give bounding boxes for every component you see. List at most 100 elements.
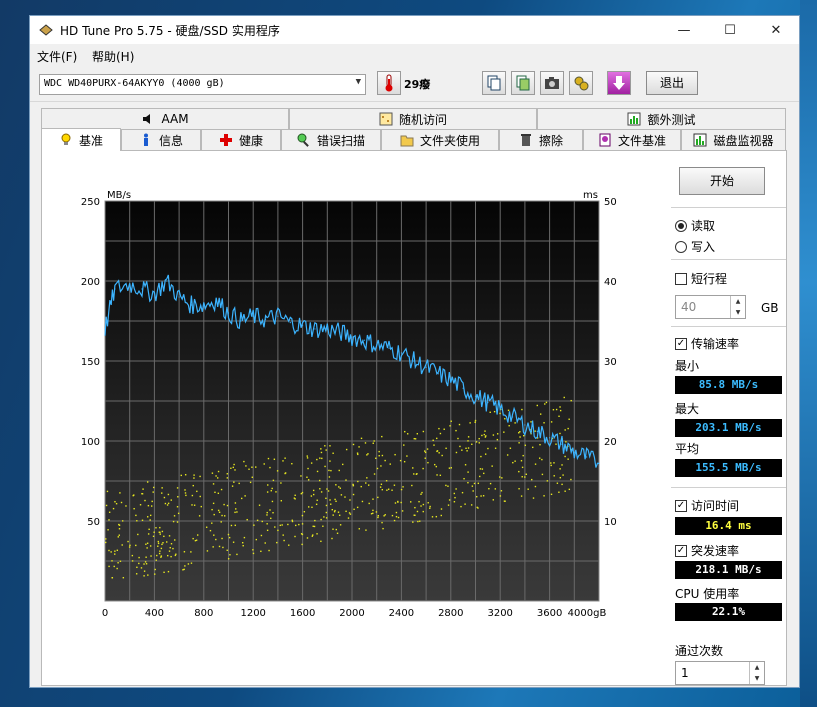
download-button[interactable] (607, 71, 631, 95)
copy-screen-button[interactable] (511, 71, 535, 95)
menu-file[interactable]: 文件(F) (37, 48, 77, 65)
read-radio[interactable]: 读取 (675, 217, 715, 234)
access-time-point (507, 409, 510, 412)
spinner-arrows[interactable]: ▲ ▼ (749, 662, 764, 684)
access-time-point (228, 536, 231, 539)
access-time-point (143, 570, 146, 572)
access-time-point (323, 516, 325, 518)
read-label: 读取 (691, 219, 716, 233)
transfer-rate-checkbox[interactable]: ✓ 传输速率 (675, 335, 739, 352)
access-time-point (217, 492, 220, 495)
access-time-point (337, 511, 340, 513)
access-time-point (332, 528, 334, 530)
access-time-point (246, 518, 248, 521)
tab-aam[interactable]: AAM (41, 108, 289, 129)
access-time-point (438, 427, 440, 430)
access-time-point (218, 511, 221, 513)
passes-input[interactable]: 1 ▲ ▼ (675, 661, 765, 685)
tab-info[interactable]: 信息 (121, 129, 201, 150)
access-time-point (365, 482, 367, 484)
access-time-point (559, 432, 561, 435)
access-time-point (161, 543, 163, 546)
exit-button[interactable]: 退出 (646, 71, 698, 95)
access-time-point (395, 515, 398, 518)
access-time-point (216, 477, 219, 479)
access-time-point (391, 514, 394, 517)
short-stroke-checkbox[interactable]: 短行程 (675, 270, 727, 287)
maximize-button[interactable]: ☐ (707, 16, 753, 44)
write-radio[interactable]: 写入 (675, 238, 715, 255)
access-time-point (541, 473, 544, 476)
spinner-arrows[interactable]: ▲ ▼ (730, 296, 745, 318)
access-time-point (450, 420, 452, 422)
access-time-point (393, 484, 396, 486)
screenshot-button[interactable] (540, 71, 564, 95)
tab-health[interactable]: 健康 (201, 129, 281, 150)
access-time-point (191, 494, 194, 497)
access-time-point (332, 452, 334, 454)
tab-error-scan[interactable]: 错误扫描 (281, 129, 381, 150)
access-time-point (144, 561, 147, 563)
access-time-point (482, 495, 485, 497)
close-button[interactable]: ✕ (753, 16, 799, 44)
access-time-point (230, 467, 232, 469)
tab-label: 文件基准 (617, 133, 666, 148)
minimize-button[interactable]: — (661, 16, 707, 44)
access-time-point (268, 549, 270, 552)
tab-folder-usage[interactable]: 文件夹使用 (381, 129, 499, 150)
access-time-point (378, 450, 380, 453)
access-time-point (539, 413, 542, 415)
access-time-point (287, 523, 289, 526)
access-time-point (377, 516, 379, 519)
tab-random-access[interactable]: 随机访问 (289, 108, 537, 129)
access-time-point (121, 544, 123, 546)
access-time-point (147, 574, 149, 576)
access-time-point (387, 488, 390, 490)
access-time-point (147, 533, 150, 535)
access-time-point (413, 437, 415, 440)
transfer-rate-point (129, 283, 131, 285)
access-time-checkbox[interactable]: ✓ 访问时间 (675, 497, 739, 514)
access-time-point (260, 550, 262, 553)
app-icon (39, 24, 53, 36)
access-time-point (301, 543, 303, 546)
access-time-point (223, 515, 226, 517)
transfer-rate-point (339, 331, 341, 333)
access-time-point (448, 467, 451, 469)
tab-disk-monitor[interactable]: 磁盘监视器 (681, 129, 786, 150)
access-time-point (277, 529, 279, 532)
transfer-rate-point (104, 328, 106, 330)
access-time-point (272, 479, 275, 482)
access-time-point (395, 511, 398, 514)
max-value: 203.1 MB/s (675, 419, 782, 437)
tab-file-benchmark[interactable]: 文件基准 (583, 129, 681, 150)
access-time-point (162, 542, 164, 544)
access-time-point (361, 500, 364, 503)
copy-info-button[interactable] (482, 71, 506, 95)
speaker-icon (143, 114, 151, 124)
short-stroke-input[interactable]: 40 ▲ ▼ (675, 295, 746, 319)
access-time-point (453, 492, 456, 495)
options-button[interactable] (569, 71, 593, 95)
drive-select[interactable]: WDC WD40PURX-64AKYY0 (4000 gB) ▼ (39, 74, 366, 95)
access-time-point (469, 422, 471, 424)
access-time-point (424, 457, 426, 459)
access-time-point (564, 455, 566, 458)
tab-label: 健康 (238, 133, 263, 148)
access-time-point (393, 519, 396, 522)
temperature-button[interactable] (377, 71, 401, 95)
access-time-point (460, 505, 462, 508)
access-time-point (509, 447, 512, 449)
tab-extra-tests[interactable]: 额外测试 (537, 108, 786, 129)
access-time-point (182, 569, 184, 571)
access-time-point (283, 539, 285, 542)
start-button[interactable]: 开始 (679, 167, 765, 195)
tab-erase[interactable]: 擦除 (499, 129, 583, 150)
access-time-point (474, 421, 476, 424)
burst-rate-checkbox[interactable]: ✓ 突发速率 (675, 542, 739, 559)
tab-benchmark[interactable]: 基准 (41, 128, 121, 151)
access-time-point (435, 515, 438, 518)
transfer-rate-point (302, 325, 304, 327)
menu-help[interactable]: 帮助(H) (92, 48, 134, 65)
copy-chart-icon (516, 75, 530, 91)
